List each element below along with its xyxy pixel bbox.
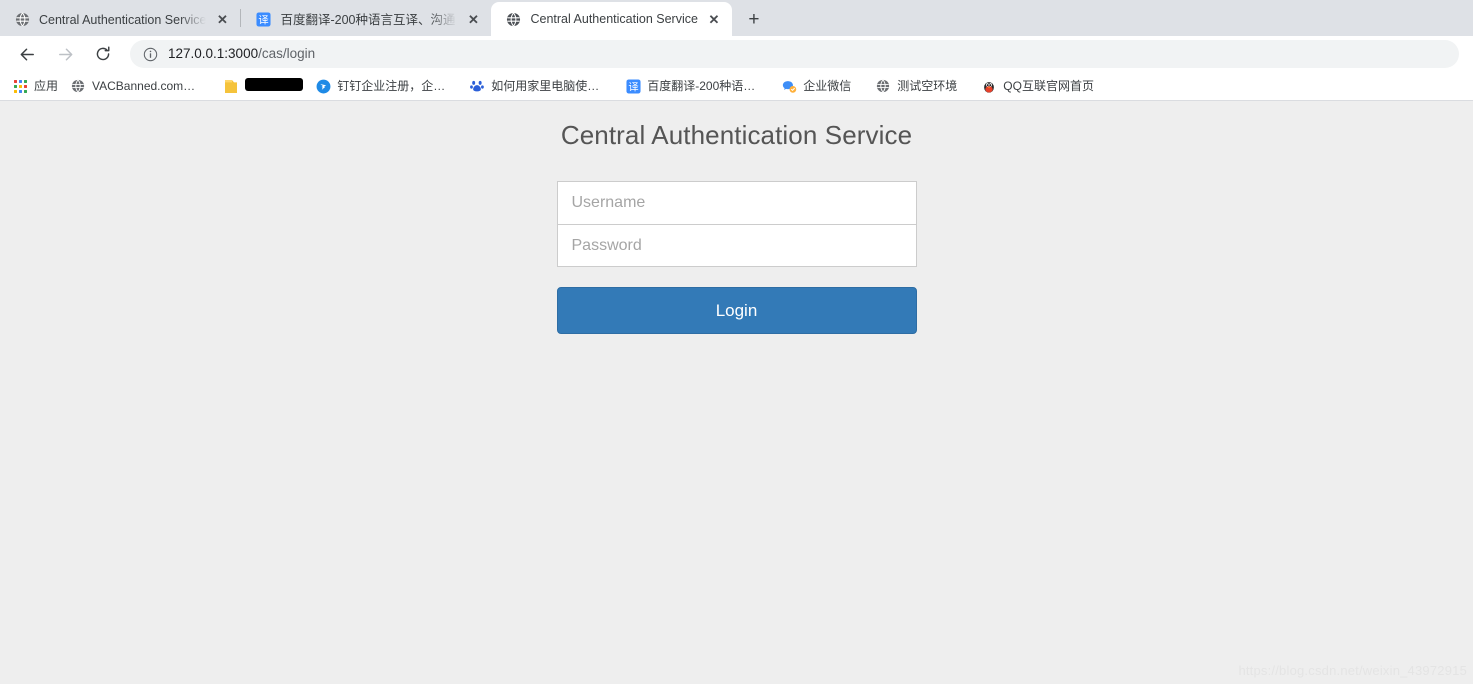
address-bar[interactable]: 127.0.0.1:3000/cas/login: [130, 40, 1459, 68]
qq-penguin-icon: [981, 78, 997, 94]
baidu-paw-icon: [469, 78, 485, 94]
bookmark-label: 百度翻译-200种语…: [647, 79, 756, 93]
back-button[interactable]: [13, 40, 41, 68]
globe-icon: [875, 78, 891, 94]
bookmark-vacbanned[interactable]: VACBanned.com…: [64, 75, 201, 97]
wecom-icon: [781, 78, 797, 94]
folder-icon: [223, 78, 239, 94]
login-form: Login: [556, 181, 917, 334]
browser-toolbar: 127.0.0.1:3000/cas/login: [0, 36, 1473, 72]
reload-button[interactable]: [89, 40, 117, 68]
back-arrow-icon: [20, 48, 34, 60]
watermark: https://blog.csdn.net/weixin_43972915: [1238, 663, 1467, 678]
dingtalk-icon: [315, 78, 331, 94]
bookmark-folder-redacted[interactable]: [217, 75, 309, 97]
password-input[interactable]: [556, 224, 917, 267]
redaction-bar: [245, 77, 304, 91]
new-tab-button[interactable]: +: [740, 5, 768, 33]
browser-tab-3[interactable]: Central Authentication Service ✕: [491, 2, 732, 36]
username-input[interactable]: [556, 181, 917, 224]
globe-icon: [14, 12, 30, 28]
tab-title: 百度翻译-200种语言互译、沟通…: [280, 12, 458, 27]
bookmark-label: [245, 77, 304, 95]
bookmark-label: VACBanned.com…: [92, 79, 196, 93]
baidu-translate-icon: 译: [255, 12, 271, 28]
tab-title: Central Authentication Service: [530, 12, 698, 26]
info-circle-icon[interactable]: [142, 46, 158, 62]
bookmark-test-env[interactable]: 测试空环境: [869, 75, 963, 97]
browser-tab-1[interactable]: Central Authentication Service ✕: [0, 3, 240, 36]
bookmark-label: 企业微信: [803, 79, 852, 93]
bookmark-label: 如何用家里电脑使…: [491, 79, 600, 93]
globe-icon: [505, 11, 521, 27]
tab-title: Central Authentication Service: [39, 12, 207, 27]
browser-window: Central Authentication Service ✕ 译 百度翻译-…: [0, 0, 1473, 684]
url-host: 127.0.0.1:3000: [168, 46, 259, 61]
bookmark-qq-connect[interactable]: QQ互联官网首页: [975, 75, 1100, 97]
bookmarks-bar: 应用 VACBanned.com… 钉钉企业注册，企… 如何用家里电脑使… 译 …: [0, 72, 1473, 101]
page-content: Central Authentication Service Login htt…: [0, 101, 1473, 684]
bookmark-label: 应用: [34, 79, 59, 93]
tab-close-icon[interactable]: ✕: [214, 12, 230, 28]
tab-strip: Central Authentication Service ✕ 译 百度翻译-…: [0, 0, 1473, 36]
svg-text:译: 译: [628, 81, 638, 93]
globe-icon: [70, 78, 86, 94]
bookmark-label: 钉钉企业注册，企…: [337, 79, 446, 93]
page-title: Central Authentication Service: [560, 120, 913, 150]
baidu-translate-icon: 译: [625, 78, 641, 94]
bookmark-baidu-zhidao[interactable]: 如何用家里电脑使…: [463, 75, 605, 97]
bookmark-apps[interactable]: 应用: [6, 75, 64, 97]
login-button[interactable]: Login: [556, 287, 917, 334]
svg-text:译: 译: [258, 14, 268, 26]
cas-login-container: Central Authentication Service Login: [556, 101, 917, 334]
bookmark-label: QQ互联官网首页: [1003, 79, 1094, 93]
url-path: /cas/login: [258, 46, 316, 61]
reload-icon: [96, 46, 110, 61]
apps-grid-icon: [12, 78, 28, 94]
bookmark-dingtalk[interactable]: 钉钉企业注册，企…: [309, 75, 451, 97]
tab-close-icon[interactable]: ✕: [706, 11, 722, 27]
address-bar-url: 127.0.0.1:3000/cas/login: [168, 46, 315, 62]
bookmark-baidu-translate[interactable]: 译 百度翻译-200种语…: [619, 75, 761, 97]
browser-tab-2[interactable]: 译 百度翻译-200种语言互译、沟通… ✕: [241, 3, 491, 36]
forward-button[interactable]: [51, 40, 79, 68]
tab-close-icon[interactable]: ✕: [465, 12, 481, 28]
forward-arrow-icon: [58, 48, 72, 60]
bookmark-wecom[interactable]: 企业微信: [775, 75, 857, 97]
bookmark-label: 测试空环境: [897, 79, 958, 93]
